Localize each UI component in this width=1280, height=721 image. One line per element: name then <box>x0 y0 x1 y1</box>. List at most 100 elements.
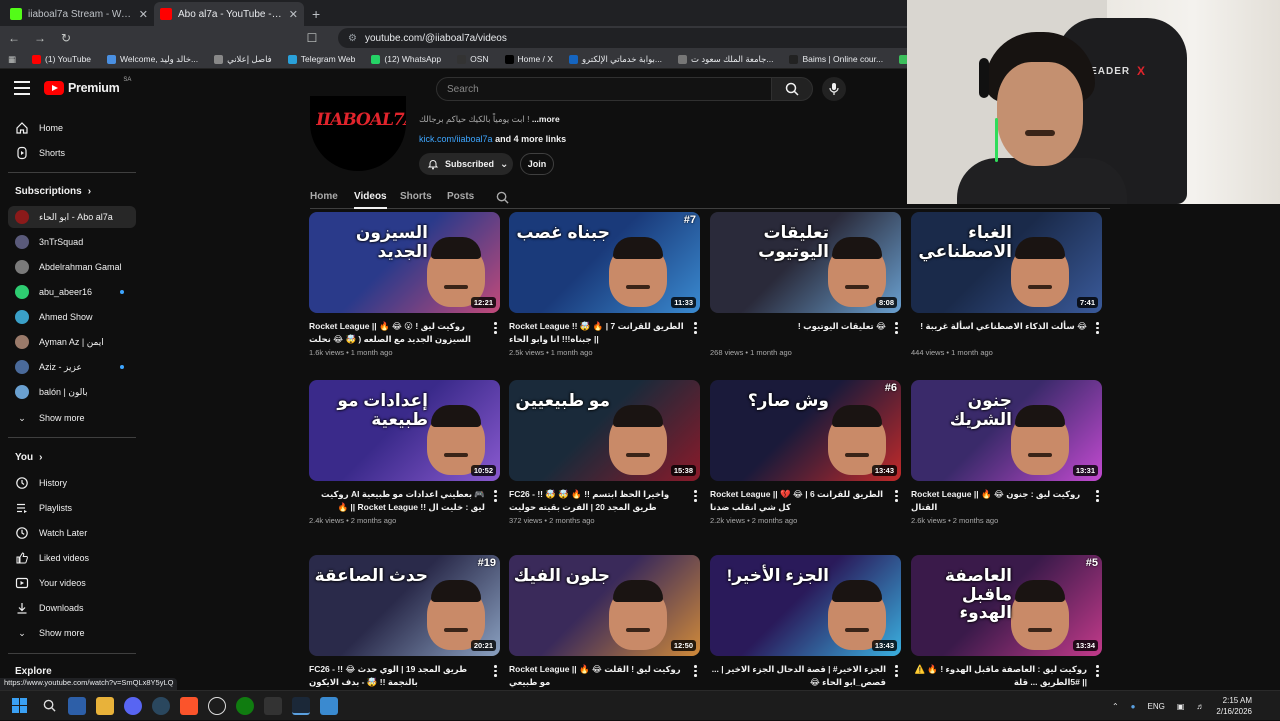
file-explorer-icon[interactable] <box>96 696 114 715</box>
tab-posts[interactable]: Posts <box>447 191 474 202</box>
video-thumbnail[interactable]: مو طبيعيين 15:38 <box>509 380 700 481</box>
video-title[interactable]: 😂 تعليقات اليوتيوب ! <box>710 320 886 333</box>
reload-icon[interactable]: ↻ <box>58 31 74 45</box>
apps-icon[interactable]: ▦ <box>8 54 16 65</box>
video-card[interactable]: إعدادات مو طبيعية 10:52 🎮 بعطيني اعدادات م… <box>309 380 500 525</box>
close-tab-icon[interactable]: ✕ <box>139 8 148 21</box>
video-card[interactable]: مو طبيعيين 15:38 FC26 - !! 🤯 واخيرا الحظ ا… <box>509 380 700 525</box>
bookmark-item[interactable]: بوابة خدماتي الإلكترو... <box>568 54 662 65</box>
sidebar-item-watch-later[interactable]: Watch Later <box>8 522 136 544</box>
video-card[interactable]: تعليقات اليوتيوب 8:08 😂 تعليقات اليوتيوب !… <box>710 212 901 357</box>
channel-links[interactable]: kick.com/iiaboal7a and 4 more links <box>419 134 566 144</box>
sidebar-item-subscription[interactable]: ابو الحاء - Abo al7a <box>8 206 136 228</box>
language-indicator[interactable]: ENG <box>1148 702 1165 711</box>
video-thumbnail[interactable]: الجزء الأخير! 13:43 <box>710 555 901 656</box>
sidebar-item-subscription[interactable]: Aziz - عزيز <box>8 356 136 378</box>
video-title[interactable]: 😂 سألت الذكاء الاصطناعي اسألة غريبة ! <box>911 320 1087 333</box>
more-options-icon[interactable] <box>494 322 498 334</box>
steam-icon[interactable] <box>152 696 170 715</box>
you-heading[interactable]: You › <box>15 452 43 463</box>
subscribed-button[interactable]: Subscribed ⌄ <box>419 153 513 175</box>
discord-icon[interactable] <box>124 696 142 715</box>
browser-tab[interactable]: Abo al7a - YouTube - ابو الحاء ✕ <box>154 2 304 26</box>
sidebar-item-subscription[interactable]: abu_abeer16 <box>8 281 136 303</box>
bookmark-item[interactable]: Baims | Online cour... <box>789 54 883 64</box>
video-card[interactable]: الجزء الأخير! 13:43 الجزء الاخير# | قصة ال… <box>710 555 901 687</box>
video-card[interactable]: وش صار؟ #6 13:43 Rocket League || 💔 😂 الطري… <box>710 380 901 525</box>
close-tab-icon[interactable]: ✕ <box>289 8 298 21</box>
channel-search-icon[interactable] <box>496 191 509 204</box>
bookmark-star-icon[interactable]: ☐ <box>304 31 320 45</box>
sidebar-item-your-videos[interactable]: Your videos <box>8 572 136 594</box>
forward-icon[interactable]: → <box>32 31 48 45</box>
video-title[interactable]: Rocket League !! 🤯 🔥 الطريق للقرانت 7 | … <box>509 320 685 346</box>
sidebar-item-shorts[interactable]: Shorts <box>8 142 136 164</box>
more-options-icon[interactable] <box>494 665 498 677</box>
sidebar-item-subscription[interactable]: Abdelrahman Gamal <box>8 256 136 278</box>
video-card[interactable]: العاصفة ماقبل الهدوء #5 13:34 روكيت ليق : ا… <box>911 555 1102 687</box>
video-thumbnail[interactable]: جنون الشريك 13:31 <box>911 380 1102 481</box>
search-button[interactable] <box>771 77 813 101</box>
channel-link[interactable]: kick.com/iiaboal7a <box>419 134 493 144</box>
video-thumbnail[interactable]: تعليقات اليوتيوب 8:08 <box>710 212 901 313</box>
video-thumbnail[interactable]: الغباء الاصطناعي 7:41 <box>911 212 1102 313</box>
sidebar-item-downloads[interactable]: Downloads <box>8 597 136 619</box>
start-button[interactable] <box>12 698 27 713</box>
bookmark-item[interactable]: (12) WhatsApp <box>371 54 441 64</box>
bookmark-item[interactable]: Telegram Web <box>287 54 355 64</box>
video-title[interactable]: Rocket League || 💔 😂 الطريق للقرانت 6 | … <box>710 488 886 514</box>
notepad-icon[interactable] <box>320 696 338 715</box>
channel-description[interactable]: ابت يومياً بالكيك حياكم برجالك ! ...more <box>419 114 560 125</box>
brave-icon[interactable] <box>180 696 198 715</box>
bookmark-item[interactable]: فاصل إعلاني <box>214 54 272 65</box>
taskbar-search-icon[interactable] <box>40 697 58 715</box>
video-thumbnail[interactable]: إعدادات مو طبيعية 10:52 <box>309 380 500 481</box>
video-title[interactable]: FC26 - !! 😂 طريق المجد 19 | الوي حدث بال… <box>309 663 485 689</box>
video-thumbnail[interactable]: جلون الفيك 12:50 <box>509 555 700 656</box>
more-link[interactable]: ...more <box>532 114 560 124</box>
video-title[interactable]: Rocket League || 🔥 😂 😮 روكيت ليق ! السيز… <box>309 320 485 346</box>
video-card[interactable]: السيزون الجديد 12:21 Rocket League || 🔥 😂 … <box>309 212 500 357</box>
task-view-icon[interactable] <box>68 696 86 715</box>
video-thumbnail[interactable]: جبناه غصب #7 11:33 <box>509 212 700 313</box>
video-title[interactable]: FC26 - !! 🤯 واخيرا الحظ ابتسم !! 🔥 🤯 طري… <box>509 488 685 514</box>
bookmark-item[interactable]: Home / X <box>504 54 553 64</box>
tab-shorts[interactable]: Shorts <box>400 191 432 202</box>
tab-videos[interactable]: Videos <box>354 191 387 209</box>
youtube-logo[interactable]: Premium SA <box>44 77 131 95</box>
more-options-icon[interactable] <box>694 490 698 502</box>
video-thumbnail[interactable]: وش صار؟ #6 13:43 <box>710 380 901 481</box>
more-options-icon[interactable] <box>694 322 698 334</box>
sidebar-item-liked-videos[interactable]: Liked videos <box>8 547 136 569</box>
video-card[interactable]: جلون الفيك 12:50 Rocket League || 🔥 😂 روكي… <box>509 555 700 687</box>
video-card[interactable]: جبناه غصب #7 11:33 Rocket League !! 🤯 🔥 الط… <box>509 212 700 357</box>
browser-tab[interactable]: iiaboal7a Stream - Watch Live on ✕ <box>4 2 154 26</box>
more-options-icon[interactable] <box>895 665 899 677</box>
steam-active-icon[interactable] <box>292 696 310 715</box>
tray-chevron-icon[interactable]: ⌃ <box>1112 702 1119 711</box>
more-options-icon[interactable] <box>494 490 498 502</box>
video-title[interactable]: الجزء الاخير# | قصة الدحال الجزء الاخير … <box>710 663 886 689</box>
search-input[interactable]: Search <box>436 77 772 101</box>
more-options-icon[interactable] <box>1096 665 1100 677</box>
sidebar-item-subscription[interactable]: Ayman Az | ايمن <box>8 331 136 353</box>
more-options-icon[interactable] <box>895 322 899 334</box>
video-card[interactable]: حدث الصاعقة #19 20:21 FC26 - !! 😂 طريق المج… <box>309 555 500 687</box>
video-title[interactable]: 🎮 بعطيني اعدادات مو طبيعية AI روكيت ليق … <box>309 488 485 514</box>
bookmark-item[interactable]: Welcome, خالد وليد... <box>107 54 198 65</box>
voice-search-button[interactable] <box>822 77 846 101</box>
more-links[interactable]: and 4 more links <box>495 134 566 144</box>
address-bar[interactable]: ⚙ youtube.com/@iiaboal7a/videos <box>338 28 938 48</box>
more-options-icon[interactable] <box>1096 490 1100 502</box>
mic-tray-icon[interactable]: ● <box>1131 702 1136 711</box>
sidebar-item-home[interactable]: Home <box>8 117 136 139</box>
video-card[interactable]: الغباء الاصطناعي 7:41 😂 سألت الذكاء الاصطن… <box>911 212 1102 357</box>
sidebar-item-subscription[interactable]: balón | بالون <box>8 381 136 403</box>
video-title[interactable]: روكيت ليق : العاصفة ماقبل الهدوء ! 🔥 ⚠️ … <box>911 663 1087 689</box>
taskbar-clock[interactable]: 2:15 AM 2/16/2026 <box>1216 695 1252 717</box>
volume-icon[interactable]: ♬ <box>1196 702 1204 711</box>
video-thumbnail[interactable]: العاصفة ماقبل الهدوء #5 13:34 <box>911 555 1102 656</box>
video-title[interactable]: Rocket League || 🔥 😂 روكيت ليق : جنون ال… <box>911 488 1087 514</box>
bookmark-item[interactable]: جامعة الملك سعود ت... <box>677 54 773 65</box>
video-thumbnail[interactable]: حدث الصاعقة #19 20:21 <box>309 555 500 656</box>
